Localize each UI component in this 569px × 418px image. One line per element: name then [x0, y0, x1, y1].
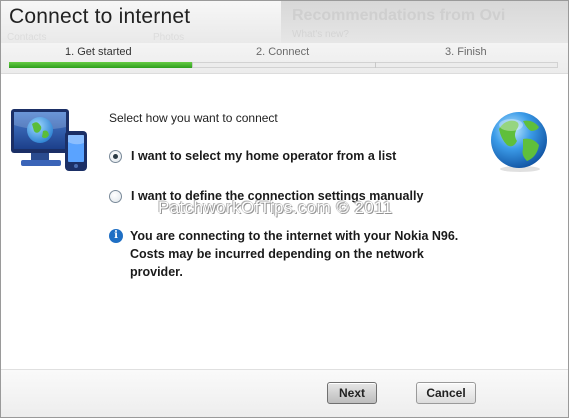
connect-window: Recommendations from Ovi What's new? Con… — [0, 0, 569, 418]
step-connect: 2. Connect — [256, 46, 310, 58]
connection-instruction: Select how you want to connect — [109, 111, 278, 125]
computer-phone-globe-icon — [11, 109, 87, 171]
next-button[interactable]: Next — [327, 382, 377, 404]
window-header: Recommendations from Ovi What's new? Con… — [1, 1, 568, 43]
option-label: I want to select my home operator from a… — [131, 149, 397, 163]
option-select-home-operator[interactable]: I want to select my home operator from a… — [109, 147, 396, 165]
wizard-steps: 1. Get started 2. Connect 3. Finish — [1, 43, 568, 74]
radio-button[interactable] — [109, 189, 122, 203]
cancel-button[interactable]: Cancel — [416, 382, 476, 404]
step-finish: 3. Finish — [445, 46, 487, 58]
progress-divider — [192, 62, 193, 68]
step-get-started: 1. Get started — [65, 46, 132, 58]
info-message: i You are connecting to the internet wit… — [109, 227, 469, 281]
background-subtext-photos: Photos — [153, 32, 185, 43]
window-footer — [1, 369, 568, 417]
progress-divider — [375, 62, 376, 68]
info-text: You are connecting to the internet with … — [130, 229, 459, 279]
window-title: Connect to internet — [9, 5, 191, 28]
radio-button-selected[interactable] — [109, 149, 122, 163]
background-window-title: Recommendations from Ovi — [292, 7, 506, 24]
progress-fill — [9, 62, 192, 68]
info-icon: i — [109, 229, 123, 243]
globe-icon — [491, 112, 547, 172]
watermark-text: PatchworkOfTips.com © 2011 — [158, 198, 393, 217]
background-subtext-contacts: Contacts — [7, 32, 47, 43]
background-window-subtitle: What's new? — [292, 29, 349, 40]
